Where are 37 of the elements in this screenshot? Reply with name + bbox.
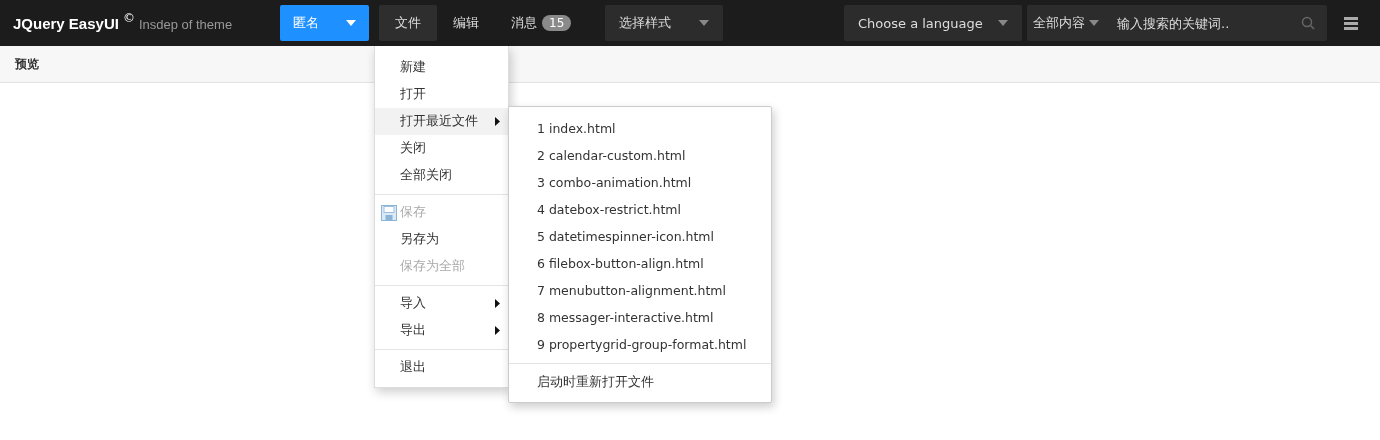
logo-subtitle: Insdep of theme — [138, 16, 233, 32]
menu-item[interactable]: 另存为 — [375, 226, 508, 253]
menu-item[interactable]: 启动时重新打开文件 — [509, 369, 771, 396]
nav-tab[interactable]: 消息 15 — [495, 5, 588, 41]
category-dropdown[interactable]: 全部内容 — [1033, 14, 1099, 32]
menu-item[interactable]: 导出 — [375, 317, 508, 344]
caret-icon — [699, 20, 710, 26]
logo-text: JQuery EasyUI — [13, 14, 119, 32]
search-field[interactable]: 全部内容 输入搜索的关键词.. — [1027, 5, 1327, 41]
style-select[interactable]: 选择样式 — [605, 5, 724, 41]
caret-icon — [1089, 20, 1099, 26]
menu-item[interactable]: 打开 — [375, 81, 508, 108]
language-select[interactable]: Choose a language — [844, 5, 1022, 41]
menu-item[interactable]: 关闭 — [375, 135, 508, 162]
menu-item[interactable]: 退出 — [375, 354, 508, 381]
search-icon[interactable] — [1301, 16, 1315, 30]
menu-item[interactable]: 9 propertygrid-group-format.html — [509, 331, 771, 358]
menu-item[interactable]: 新建 — [375, 54, 508, 81]
caret-icon — [998, 20, 1008, 26]
count-badge: 15 — [542, 15, 572, 31]
nav-tab[interactable]: 编辑 — [437, 5, 495, 41]
menu-item[interactable]: 导入 — [375, 290, 508, 317]
menu-item[interactable]: 8 messager-interactive.html — [509, 304, 771, 331]
menu-item[interactable]: 3 combo-animation.html — [509, 169, 771, 196]
panel-title: 预览 — [15, 55, 39, 73]
menu-item[interactable]: 7 menubutton-alignment.html — [509, 277, 771, 304]
menu-item[interactable]: 2 calendar-custom.html — [509, 142, 771, 169]
menu-item[interactable]: 打开最近文件 — [375, 108, 508, 135]
menu-item[interactable]: 全部关闭 — [375, 162, 508, 189]
caret-icon — [346, 20, 356, 26]
menu-icon[interactable] — [1344, 16, 1358, 30]
menu-item[interactable]: 5 datetimespinner-icon.html — [509, 223, 771, 250]
menu-item[interactable]: 6 filebox-button-align.html — [509, 250, 771, 277]
menu-item[interactable]: 1 index.html — [509, 115, 771, 142]
copyright-mark: © — [122, 10, 135, 25]
menu-item[interactable]: 4 datebox-restrict.html — [509, 196, 771, 223]
nav-tab[interactable]: 文件 — [379, 5, 437, 41]
